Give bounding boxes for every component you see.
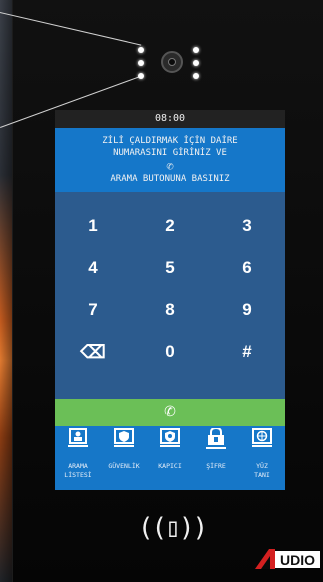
bottom-menu: ARAMA LİSTESİ GÜVENLİK KAPICI ŞİFRE YÜZ … bbox=[55, 426, 285, 490]
key-1[interactable]: 1 bbox=[55, 206, 131, 246]
instruction-panel: ZİLİ ÇALDIRMAK İÇİN DAİRE NUMARASINI GİR… bbox=[55, 128, 285, 192]
face-recognition-icon bbox=[252, 428, 272, 447]
menu-item-security[interactable]: GÜVENLİK bbox=[101, 426, 147, 490]
instruction-line-3: ARAMA BUTONUNA BASINIZ bbox=[110, 174, 230, 184]
brand-logo: UDIO bbox=[255, 549, 320, 569]
led-indicator bbox=[193, 47, 199, 53]
instruction-line-1: ZİLİ ÇALDIRMAK İÇİN DAİRE bbox=[102, 136, 238, 146]
key-2[interactable]: 2 bbox=[132, 206, 208, 246]
menu-label: ŞİFRE bbox=[206, 462, 226, 470]
keypad: 1 2 3 4 5 6 7 8 9 ⌫ 0 # bbox=[55, 192, 285, 399]
menu-label: KAPICI bbox=[158, 462, 182, 470]
led-indicator bbox=[193, 60, 199, 66]
menu-label: GÜVENLİK bbox=[108, 462, 140, 470]
led-indicator bbox=[193, 73, 199, 79]
menu-label: ARAMA LİSTESİ bbox=[64, 462, 92, 479]
key-0[interactable]: 0 bbox=[132, 332, 208, 372]
call-button[interactable]: ✆ bbox=[55, 399, 285, 426]
password-icon bbox=[206, 428, 226, 449]
key-9[interactable]: 9 bbox=[209, 290, 285, 330]
security-icon bbox=[114, 428, 134, 447]
led-indicator bbox=[138, 73, 144, 79]
led-indicator bbox=[138, 60, 144, 66]
phone-icon: ✆ bbox=[164, 404, 176, 420]
svg-text:UDIO: UDIO bbox=[280, 552, 315, 568]
menu-label: YÜZ TANI bbox=[254, 462, 270, 479]
touch-screen: 08:00 ZİLİ ÇALDIRMAK İÇİN DAİRE NUMARASI… bbox=[55, 110, 285, 490]
menu-item-password[interactable]: ŞİFRE bbox=[193, 426, 239, 490]
camera-lens bbox=[161, 51, 183, 73]
key-7[interactable]: 7 bbox=[55, 290, 131, 330]
key-4[interactable]: 4 bbox=[55, 248, 131, 288]
key-3[interactable]: 3 bbox=[209, 206, 285, 246]
nfc-reader-icon: ((▯)) bbox=[137, 513, 208, 543]
menu-item-face-recognition[interactable]: YÜZ TANI bbox=[239, 426, 285, 490]
backspace-key[interactable]: ⌫ bbox=[55, 332, 131, 372]
key-5[interactable]: 5 bbox=[132, 248, 208, 288]
contacts-icon bbox=[68, 428, 88, 447]
menu-item-concierge[interactable]: KAPICI bbox=[147, 426, 193, 490]
key-8[interactable]: 8 bbox=[132, 290, 208, 330]
phone-icon: ✆ bbox=[166, 159, 174, 173]
menu-item-contacts[interactable]: ARAMA LİSTESİ bbox=[55, 426, 101, 490]
key-6[interactable]: 6 bbox=[209, 248, 285, 288]
key-hash[interactable]: # bbox=[209, 332, 285, 372]
instruction-line-2: NUMARASINI GİRİNİZ VE bbox=[113, 148, 227, 158]
led-indicator bbox=[138, 47, 144, 53]
concierge-icon bbox=[160, 428, 180, 447]
clock: 08:00 bbox=[55, 110, 285, 128]
